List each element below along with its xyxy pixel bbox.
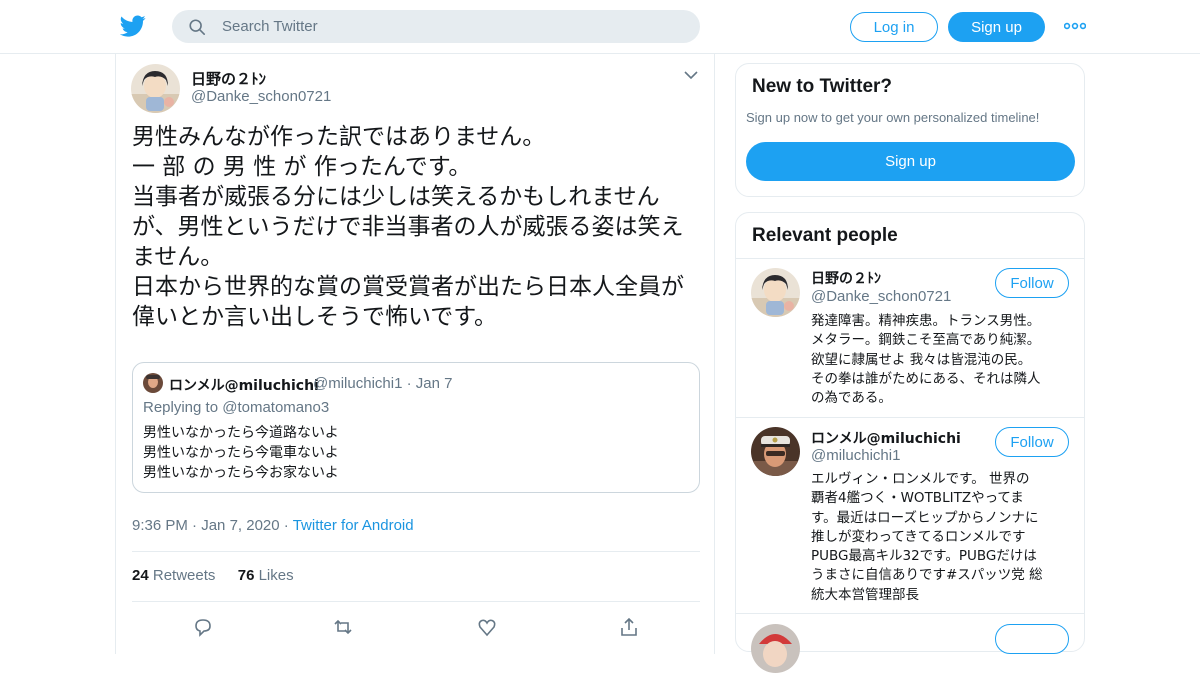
- search-box[interactable]: [172, 10, 700, 43]
- new-to-twitter-subtitle: Sign up now to get your own personalized…: [746, 110, 1040, 125]
- chevron-down-icon[interactable]: [684, 70, 698, 80]
- tweet-text-line: 男性みんなが作った訳ではありません。: [132, 124, 546, 150]
- top-navigation-bar: Log in Sign up: [0, 0, 1200, 54]
- tweet-text-line: ません。: [132, 244, 224, 270]
- bio-line: 推しが変わってきてるロンメルです: [811, 528, 1026, 545]
- new-to-twitter-title: New to Twitter?: [752, 76, 893, 97]
- search-input[interactable]: [222, 10, 682, 43]
- person-display-name[interactable]: 日野の２ﾄﾝ: [811, 268, 881, 288]
- relevant-people-card: Relevant people 日野の２ﾄﾝ @Danke_schon0721 …: [735, 212, 1085, 673]
- divider: [736, 258, 1084, 259]
- quoted-author-handle: @miluchichi1: [313, 375, 403, 392]
- retweets-label: Retweets: [152, 567, 216, 584]
- quoted-author-avatar: [143, 373, 163, 393]
- likes-count: 76: [237, 567, 255, 584]
- quoted-author-name: ロンメル@miluchichi: [169, 378, 319, 394]
- dot-separator: ·: [406, 375, 416, 392]
- tweet-source-link[interactable]: Twitter for Android: [293, 517, 414, 534]
- new-to-twitter-card: New to Twitter? Sign up now to get your …: [735, 63, 1085, 197]
- quoted-text-line: 男性いなかったら今お家ないよ: [143, 465, 339, 481]
- relevant-people-title: Relevant people: [752, 225, 898, 246]
- tweet-text-line: 一 部 の 男 性 が 作ったんです。: [132, 154, 472, 180]
- author-avatar[interactable]: [131, 64, 180, 113]
- tweet-text: 男性みんなが作った訳ではありません。 一 部 の 男 性 が 作ったんです。 当…: [132, 122, 702, 332]
- tweet-permalink-column: 日野の２ﾄﾝ @Danke_schon0721 男性みんなが作った訳ではありませ…: [115, 54, 715, 654]
- share-icon[interactable]: [618, 616, 640, 638]
- divider: [736, 417, 1084, 418]
- bio-line: その拳は誰がためにある、それは隣人: [811, 370, 1041, 387]
- tweet-text-line: が、男性というだけで非当事者の人が威張る姿は笑え: [132, 214, 684, 240]
- person-bio: 発達障害。精神疾患。トランス男性。 メタラー。鋼鉄こそ至高であり純潔。 欲望に隷…: [811, 312, 1076, 408]
- retweet-icon[interactable]: [332, 616, 354, 638]
- follow-button[interactable]: Follow: [995, 268, 1069, 298]
- log-in-button[interactable]: Log in: [850, 12, 938, 42]
- bio-line: エルヴィン・ロンメルです。 世界の: [811, 471, 1030, 487]
- replying-to-line: Replying to @tomatomano3: [143, 399, 329, 416]
- follow-button[interactable]: [995, 624, 1069, 654]
- bio-line: メタラー。鋼鉄こそ至高であり純潔。: [811, 332, 1041, 349]
- bio-line: PUBG最高キル32です。PUBGだけは: [811, 548, 1037, 565]
- replying-to-user-link[interactable]: @tomatomano3: [222, 399, 329, 416]
- tweet-text-line: 日本から世界的な賞の賞受賞者が出たら日本人全員が: [132, 274, 684, 300]
- dot-separator: ·: [283, 517, 293, 534]
- tweet-metadata: 9:36 PM · Jan 7, 2020 · Twitter for Andr…: [132, 517, 414, 534]
- divider: [132, 551, 700, 552]
- bio-line: す。最近はローズヒップからノンナに: [811, 509, 1039, 526]
- person-avatar[interactable]: [751, 427, 800, 476]
- twitter-bird-logo-icon[interactable]: [120, 13, 146, 39]
- more-options-icon[interactable]: [1064, 20, 1086, 32]
- quoted-tweet-text: 男性いなかったら今道路ないよ 男性いなかったら今電車ないよ 男性いなかったら今お…: [143, 423, 339, 483]
- author-display-name[interactable]: 日野の２ﾄﾝ: [191, 68, 266, 89]
- bio-line: 欲望に隷属せよ 我々は皆混沌の民。: [811, 351, 1032, 368]
- quoted-tweet-date: Jan 7: [415, 375, 453, 392]
- bio-line: 統大本営管理部長: [811, 586, 919, 603]
- person-display-name[interactable]: ロンメル@miluchichi: [811, 428, 961, 448]
- quoted-text-line: 男性いなかったら今道路ないよ: [143, 425, 339, 441]
- author-handle[interactable]: @Danke_schon0721: [191, 88, 331, 105]
- sidebar-sign-up-button[interactable]: Sign up: [746, 142, 1075, 181]
- reply-icon[interactable]: [192, 616, 214, 638]
- sign-up-button[interactable]: Sign up: [948, 12, 1045, 42]
- person-handle[interactable]: @Danke_schon0721: [811, 288, 951, 305]
- divider: [132, 601, 700, 602]
- follow-button[interactable]: Follow: [995, 427, 1069, 457]
- likes-label: Likes: [258, 567, 294, 584]
- tweet-text-line: 偉いとか言い出しそうで怖いです。: [132, 304, 498, 330]
- quoted-text-line: 男性いなかったら今電車ないよ: [143, 445, 339, 461]
- bio-line: うまさに自信ありです#スパッツ党 総: [811, 567, 1043, 584]
- retweets-stat[interactable]: 24 Retweets: [132, 567, 215, 584]
- likes-stat[interactable]: 76 Likes: [238, 567, 294, 584]
- bio-line: 発達障害。精神疾患。トランス男性。: [811, 313, 1041, 329]
- person-handle[interactable]: @miluchichi1: [811, 447, 900, 464]
- person-bio: エルヴィン・ロンメルです。 世界の 覇者4艦つく・WOTBLITZやってま す。…: [811, 470, 1076, 605]
- tweet-date[interactable]: Jan 7, 2020: [201, 517, 279, 534]
- bio-line: 覇者4艦つく・WOTBLITZやってま: [811, 490, 1024, 507]
- quoted-author-meta: @miluchichi1 · Jan 7: [313, 375, 452, 392]
- like-icon[interactable]: [476, 616, 498, 638]
- quoted-tweet[interactable]: ロンメル@miluchichi @miluchichi1 · Jan 7 Rep…: [132, 362, 700, 493]
- tweet-stats: 24 Retweets 76 Likes: [132, 567, 294, 584]
- retweets-count: 24: [132, 567, 149, 584]
- person-avatar[interactable]: [751, 268, 800, 317]
- bio-line: の為である。: [811, 390, 892, 407]
- search-icon: [189, 19, 206, 36]
- person-avatar[interactable]: [751, 624, 800, 673]
- tweet-text-line: 当事者が威張る分には少しは笑えるかもしれません: [132, 184, 660, 210]
- dot-separator: ·: [192, 517, 202, 534]
- tweet-time[interactable]: 9:36 PM: [132, 517, 188, 534]
- divider: [736, 613, 1084, 614]
- replying-to-prefix: Replying to: [143, 399, 219, 416]
